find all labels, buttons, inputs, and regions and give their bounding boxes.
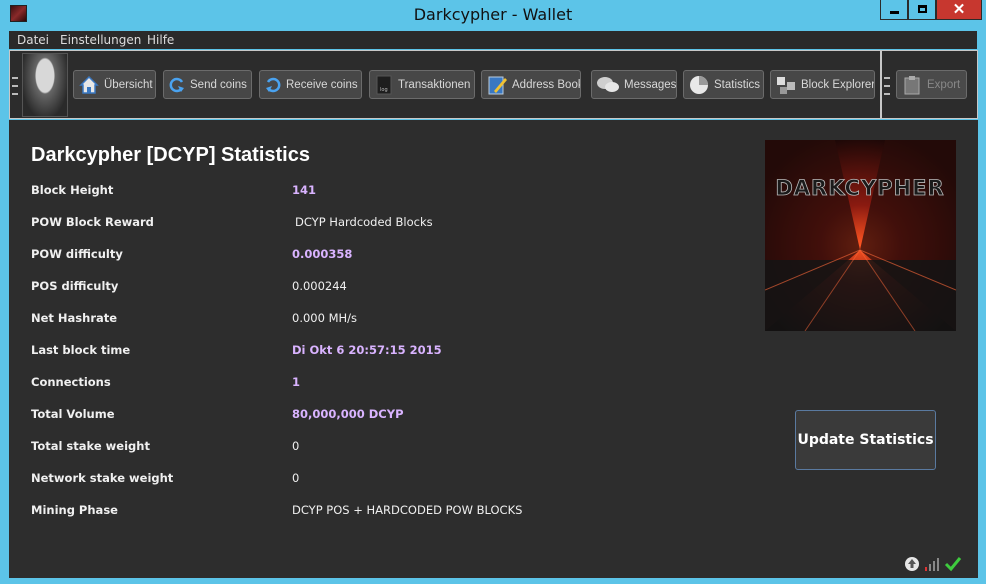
checkmark-icon [944,557,962,572]
toolbar-grip[interactable] [12,77,18,101]
total-stake-weight-label: Total stake weight [31,439,150,453]
messages-button[interactable]: Messages [591,70,677,99]
block-explorer-button[interactable]: Block Explorer [770,70,875,99]
status-bar [904,554,962,574]
close-icon: ✕ [952,1,966,18]
receive-arrow-icon [266,77,281,92]
address-book-label: Address Book [512,78,581,91]
title-bar: Darkcypher - Wallet ✕ [0,0,986,30]
update-statistics-button[interactable]: Update Statistics [795,410,936,470]
mining-phase-value: DCYP POS + HARDCODED POW BLOCKS [292,503,523,517]
address-book-button[interactable]: Address Book [481,70,581,99]
overview-label: Übersicht [104,78,153,91]
statistics-page: Darkcypher [DCYP] Statistics Block Heigh… [9,120,978,578]
send-arrow-icon [169,77,184,92]
statistics-label: Statistics [714,78,761,91]
menu-hilfe[interactable]: Hilfe [147,33,174,47]
last-block-time-value: Di Okt 6 20:57:15 2015 [292,343,442,357]
document-icon: log [376,75,392,94]
window-title: Darkcypher - Wallet [413,5,573,24]
logo-text: DARKCYPHER [775,176,944,200]
connections-label: Connections [31,375,111,389]
block-height-label: Block Height [31,183,114,197]
total-volume-value: 80,000,000 DCYP [292,407,404,421]
transactions-label: Transaktionen [398,78,471,91]
pow-difficulty-value: 0.000358 [292,247,353,261]
menu-bar: Datei Einstellungen Hilfe [9,31,977,49]
toolbar-grip-right[interactable] [884,77,890,101]
toolbar-separator [880,51,882,118]
connections-value: 1 [292,375,301,389]
pow-difficulty-label: POW difficulty [31,247,123,261]
minimize-button[interactable] [880,0,908,20]
chat-bubbles-icon [597,76,619,92]
clipboard-icon [904,75,920,94]
export-button[interactable]: Export [896,70,967,99]
total-volume-label: Total Volume [31,407,115,421]
darkcypher-logo: DARKCYPHER [765,140,956,331]
messages-label: Messages [624,78,677,91]
pos-difficulty-label: POS difficulty [31,279,119,293]
menu-datei[interactable]: Datei [17,33,49,47]
svg-text:log: log [380,87,388,93]
address-book-icon [488,76,507,94]
statistics-button[interactable]: Statistics [683,70,764,99]
minimize-icon [890,11,899,14]
receive-coins-button[interactable]: Receive coins [259,70,362,99]
net-hashrate-value: 0.000 MH/s [292,311,358,325]
network-stake-weight-value: 0 [292,471,300,485]
network-stake-weight-label: Network stake weight [31,471,174,485]
send-coins-button[interactable]: Send coins [163,70,252,99]
page-title: Darkcypher [DCYP] Statistics [31,144,310,166]
signal-strength-icon [925,558,939,571]
send-coins-label: Send coins [190,78,247,91]
pos-difficulty-value: 0.000244 [292,279,347,293]
net-hashrate-label: Net Hashrate [31,311,118,325]
last-block-time-label: Last block time [31,343,131,357]
maximize-icon [918,5,927,13]
avatar [22,53,68,117]
upload-status-icon [905,557,919,571]
pow-block-reward-value: DCYP Hardcoded Blocks [295,215,433,229]
pie-chart-icon [690,75,708,94]
export-label: Export [927,78,961,91]
block-height-value: 141 [292,183,317,197]
overview-button[interactable]: Übersicht [73,70,156,99]
close-button[interactable]: ✕ [936,0,982,20]
blocks-icon [777,76,795,94]
total-stake-weight-value: 0 [292,439,300,453]
toolbar: Übersicht Send coins Receive coins log T… [9,50,978,119]
pow-block-reward-label: POW Block Reward [31,215,154,229]
mining-phase-label: Mining Phase [31,503,118,517]
home-icon [79,75,99,94]
transactions-button[interactable]: log Transaktionen [369,70,475,99]
maximize-button[interactable] [908,0,936,20]
menu-einstellungen[interactable]: Einstellungen [60,33,141,47]
block-explorer-label: Block Explorer [801,78,875,91]
receive-coins-label: Receive coins [286,78,358,91]
